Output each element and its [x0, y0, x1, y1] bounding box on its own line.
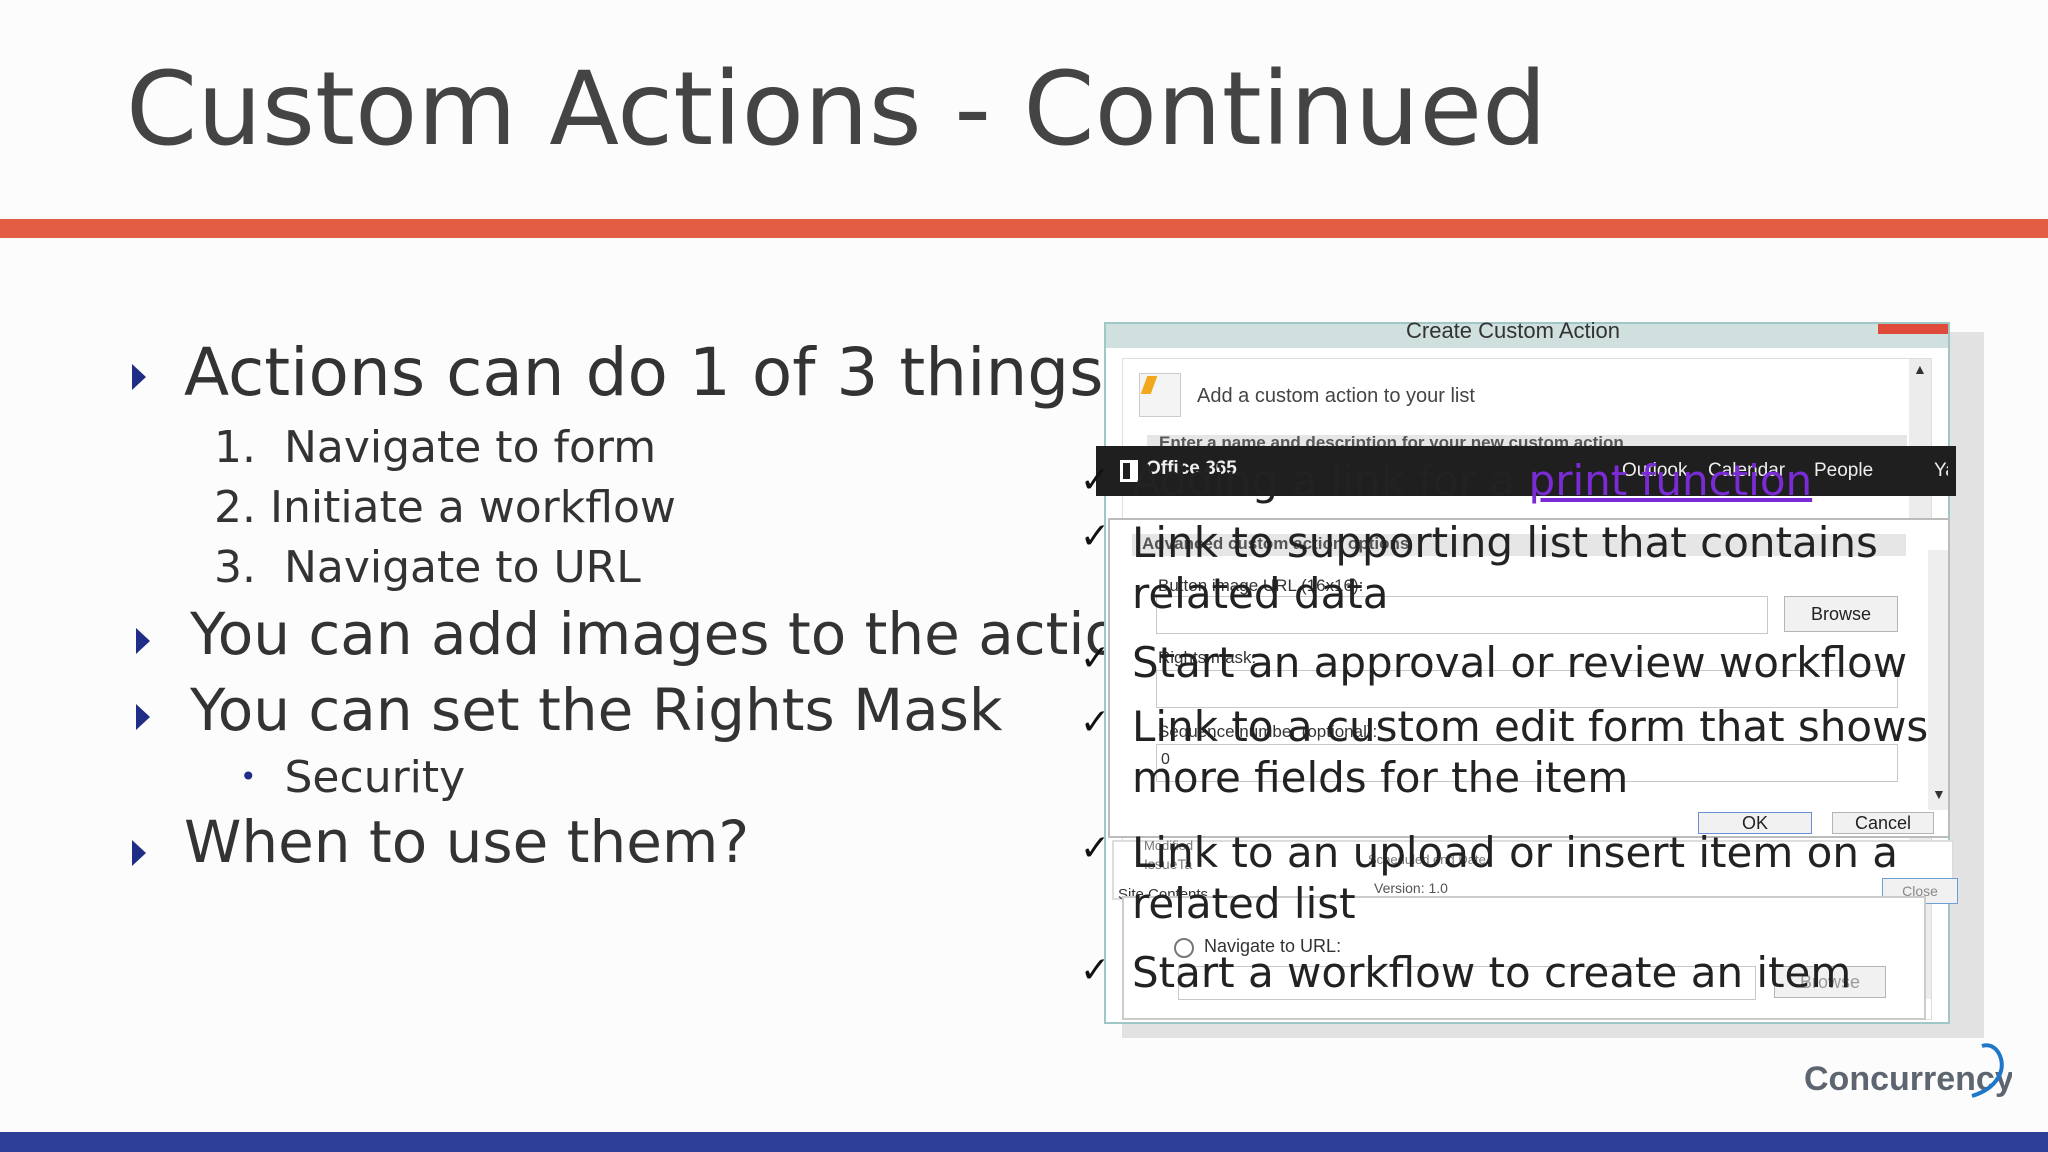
overlay-text: Link to a custom edit form that shows: [1132, 702, 1929, 751]
nav-people[interactable]: People: [1814, 460, 1873, 482]
lightning-icon: [1140, 376, 1158, 394]
number: 3.: [214, 542, 256, 593]
bullet-1: Actions can do 1 of 3 things: [184, 334, 1104, 411]
overlay-text-line2: related list: [1132, 879, 1356, 928]
dialog-close-button[interactable]: [1878, 324, 1948, 334]
overlay-item-6: Start a workflow to create an item: [1132, 948, 1852, 997]
sub-bullet: • Security: [240, 752, 465, 803]
title-divider: [0, 219, 2048, 238]
overlay-item-2: Link to supporting list that contains re…: [1132, 518, 1878, 618]
dialog-header-text: Add a custom action to your list: [1197, 385, 1475, 407]
numbered-text: Initiate a workflow: [269, 482, 676, 533]
overlay-text-line2: related data: [1132, 569, 1389, 618]
bullet-arrow-icon: [136, 704, 150, 730]
overlay-item-4: Link to a custom edit form that shows mo…: [1132, 702, 1928, 802]
footer-bar: [0, 1132, 2048, 1152]
numbered-item-2: 2. Initiate a workflow: [214, 482, 676, 533]
bullet-arrow-icon: [136, 628, 150, 654]
front-dialog-scrollbar[interactable]: ▼: [1928, 550, 1948, 810]
numbered-text: Navigate to form: [283, 422, 657, 473]
numbered-item-3: 3. Navigate to URL: [214, 542, 641, 593]
screenshot-collage: Create Custom Action Add a custom action…: [1080, 318, 1984, 1038]
nav-yammer[interactable]: Yammer: [1934, 460, 1948, 482]
overlay-item-3: Start an approval or review workflow: [1132, 638, 1908, 687]
slide-title: Custom Actions - Continued: [126, 50, 1547, 169]
sub-bullet-text: Security: [284, 752, 466, 803]
dialog-titlebar: Create Custom Action: [1106, 318, 1948, 348]
bullet-arrow-icon: [132, 364, 146, 390]
overlay-text: Adding a link for a: [1132, 456, 1529, 505]
check-icon: ✓: [1080, 638, 1111, 679]
check-icon: ✓: [1080, 702, 1111, 743]
overlay-text: Link to supporting list that contains: [1132, 518, 1878, 567]
numbered-text: Navigate to URL: [283, 542, 641, 593]
overlay-item-1: Adding a link for a print function: [1132, 456, 1812, 505]
overlay-item-5: Link to an upload or insert item on a re…: [1132, 828, 1898, 928]
number: 1.: [214, 422, 256, 473]
check-icon: ✓: [1080, 516, 1111, 557]
sub-bullet-marker: •: [240, 760, 257, 793]
overlay-text-line2: more fields for the item: [1132, 753, 1629, 802]
dialog-title: Create Custom Action: [1406, 318, 1620, 343]
bullet-2: You can add images to the actions: [190, 600, 1187, 668]
check-icon: ✓: [1080, 950, 1111, 991]
concurrency-logo-graphic: Concurrency: [1804, 1043, 2014, 1098]
scroll-up-icon[interactable]: ▲: [1913, 361, 1927, 377]
scroll-down-icon[interactable]: ▼: [1932, 786, 1946, 802]
custom-action-icon: [1139, 373, 1181, 417]
numbered-item-1: 1. Navigate to form: [214, 422, 656, 473]
bullet-3: You can set the Rights Mask: [190, 676, 1003, 744]
overlay-text: Link to an upload or insert item on a: [1132, 828, 1899, 877]
check-icon: ✓: [1080, 828, 1111, 869]
number: 2.: [214, 482, 256, 533]
concurrency-logo: Concurrency: [1802, 1038, 2014, 1112]
bullet-4: When to use them?: [184, 808, 750, 876]
bullet-arrow-icon: [132, 840, 146, 866]
print-function-link[interactable]: print function: [1529, 456, 1813, 505]
check-icon: ✓: [1080, 460, 1111, 501]
